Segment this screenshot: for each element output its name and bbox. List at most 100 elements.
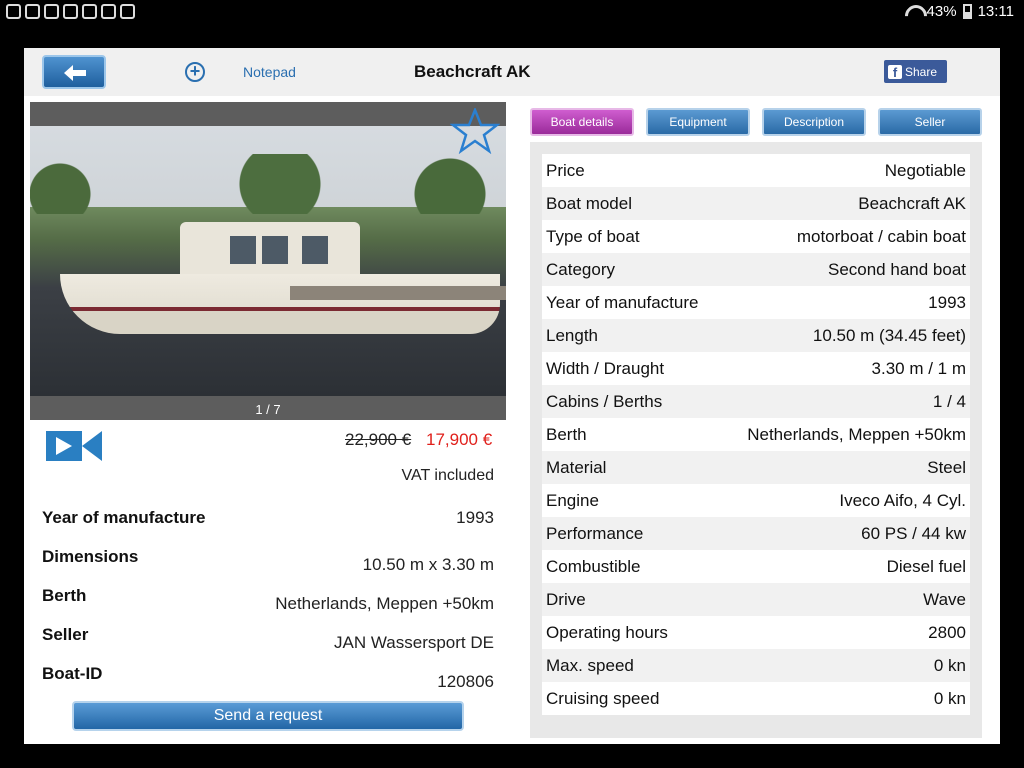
app-window: + Notepad Beachcraft AK f Share 1 / 7 22… xyxy=(24,48,1000,744)
detail-value: 1993 xyxy=(928,292,966,312)
detail-value: 10.50 m (34.45 feet) xyxy=(812,325,966,345)
photo-boat-hull xyxy=(60,274,500,334)
back-button[interactable] xyxy=(42,55,106,89)
share-label: Share xyxy=(905,64,938,79)
facebook-share-button[interactable]: f Share xyxy=(884,60,947,83)
tab-equipment[interactable]: Equipment xyxy=(646,108,750,136)
battery-icon xyxy=(962,4,972,19)
boat-details-table[interactable]: Price Negotiable Boat model Beachcraft AK … xyxy=(530,142,982,738)
summary-value: 10.50 m x 3.30 m xyxy=(362,555,494,574)
tab-seller[interactable]: Seller xyxy=(878,108,982,136)
detail-row: Engine Iveco Aifo, 4 Cyl. xyxy=(542,484,970,517)
detail-row: Boat model Beachcraft AK xyxy=(542,187,970,220)
video-icon[interactable] xyxy=(46,429,102,463)
summary-label: Seller xyxy=(42,625,89,644)
detail-value: 1 / 4 xyxy=(932,391,966,411)
detail-label: Boat model xyxy=(546,193,632,213)
detail-value: 3.30 m / 1 m xyxy=(871,358,966,378)
summary-row: Berth Netherlands, Meppen +50km xyxy=(42,586,494,625)
battery-percent: 43% xyxy=(926,3,957,20)
detail-label: Performance xyxy=(546,523,644,543)
detail-row: Category Second hand boat xyxy=(542,253,970,286)
detail-value: motorboat / cabin boat xyxy=(796,226,966,246)
detail-value: 2800 xyxy=(928,622,966,642)
detail-row: Combustible Diesel fuel xyxy=(542,550,970,583)
detail-label: Width / Draught xyxy=(546,358,665,378)
detail-value: 0 kn xyxy=(933,688,966,708)
detail-value: Negotiable xyxy=(884,160,966,180)
old-price: 22,900 € xyxy=(345,430,412,449)
sale-price: 17,900 € xyxy=(426,430,493,449)
detail-value: Wave xyxy=(923,589,966,609)
summary-row: Boat-ID 120806 xyxy=(42,664,494,703)
notification-icon xyxy=(44,4,59,19)
photo-boat-window xyxy=(230,236,256,264)
summary-value: JAN Wassersport DE xyxy=(334,633,494,652)
tab-boat-details[interactable]: Boat details xyxy=(530,108,634,136)
detail-label: Operating hours xyxy=(546,622,668,642)
detail-label: Length xyxy=(546,325,598,345)
detail-label: Combustible xyxy=(546,556,641,576)
detail-label: Max. speed xyxy=(546,655,634,675)
summary-label: Dimensions xyxy=(42,547,139,566)
page-title: Beachcraft AK xyxy=(414,62,531,81)
detail-value: Diesel fuel xyxy=(886,556,966,576)
detail-label: Price xyxy=(546,160,585,180)
detail-label: Material xyxy=(546,457,607,477)
summary-value: 1993 xyxy=(456,508,494,527)
detail-row: Length 10.50 m (34.45 feet) xyxy=(542,319,970,352)
detail-value: Netherlands, Meppen +50km xyxy=(747,424,966,444)
notification-icon xyxy=(25,4,40,19)
detail-row: Width / Draught 3.30 m / 1 m xyxy=(542,352,970,385)
detail-row: Max. speed 0 kn xyxy=(542,649,970,682)
detail-label: Drive xyxy=(546,589,586,609)
detail-row: Type of boat motorboat / cabin boat xyxy=(542,220,970,253)
detail-row: Price Negotiable xyxy=(542,154,970,187)
photo-boat-window xyxy=(302,236,328,264)
detail-label: Type of boat xyxy=(546,226,640,246)
notification-icon xyxy=(6,4,21,19)
vat-note: VAT included xyxy=(401,467,495,484)
detail-row: Material Steel xyxy=(542,451,970,484)
summary-label: Boat-ID xyxy=(42,664,103,683)
detail-row: Performance 60 PS / 44 kw xyxy=(542,517,970,550)
add-to-notepad-icon[interactable]: + xyxy=(185,62,205,82)
back-arrow-icon xyxy=(64,65,86,81)
summary-value: 120806 xyxy=(437,672,494,691)
tab-description[interactable]: Description xyxy=(762,108,866,136)
send-request-button[interactable]: Send a request xyxy=(72,701,464,731)
summary-row: Seller JAN Wassersport DE xyxy=(42,625,494,664)
favorite-star-icon[interactable] xyxy=(450,108,500,154)
photo-boat-window xyxy=(262,236,288,264)
detail-value: Beachcraft AK xyxy=(858,193,966,213)
detail-tabs: Boat details Equipment Description Selle… xyxy=(530,108,982,136)
clock: 13:11 xyxy=(977,3,1014,20)
facebook-icon: f xyxy=(888,64,902,80)
summary-row: Dimensions 10.50 m x 3.30 m xyxy=(42,547,494,586)
boat-photo[interactable] xyxy=(30,126,506,396)
detail-label: Berth xyxy=(546,424,587,444)
detail-row: Operating hours 2800 xyxy=(542,616,970,649)
detail-row: Drive Wave xyxy=(542,583,970,616)
detail-label: Cruising speed xyxy=(546,688,660,708)
detail-value: Second hand boat xyxy=(827,259,966,279)
detail-label: Cabins / Berths xyxy=(546,391,663,411)
detail-row: Berth Netherlands, Meppen +50km xyxy=(542,418,970,451)
photo-counter: 1 / 7 xyxy=(255,402,281,417)
photo-jetty xyxy=(290,286,506,300)
summary-label: Year of manufacture xyxy=(42,508,206,527)
top-bar: + Notepad Beachcraft AK f Share xyxy=(24,48,1000,96)
photo-trees xyxy=(30,154,506,214)
detail-row: Year of manufacture 1993 xyxy=(542,286,970,319)
notification-icons xyxy=(6,4,135,19)
detail-row: Cabins / Berths 1 / 4 xyxy=(542,385,970,418)
detail-label: Year of manufacture xyxy=(546,292,699,312)
notification-icon xyxy=(101,4,116,19)
detail-label: Category xyxy=(546,259,615,279)
detail-value: 60 PS / 44 kw xyxy=(861,523,966,543)
notification-icon xyxy=(82,4,97,19)
detail-value: Steel xyxy=(927,457,966,477)
summary-label: Berth xyxy=(42,586,87,605)
notepad-link[interactable]: Notepad xyxy=(243,64,296,80)
boat-photo-gallery[interactable]: 1 / 7 xyxy=(30,102,506,420)
